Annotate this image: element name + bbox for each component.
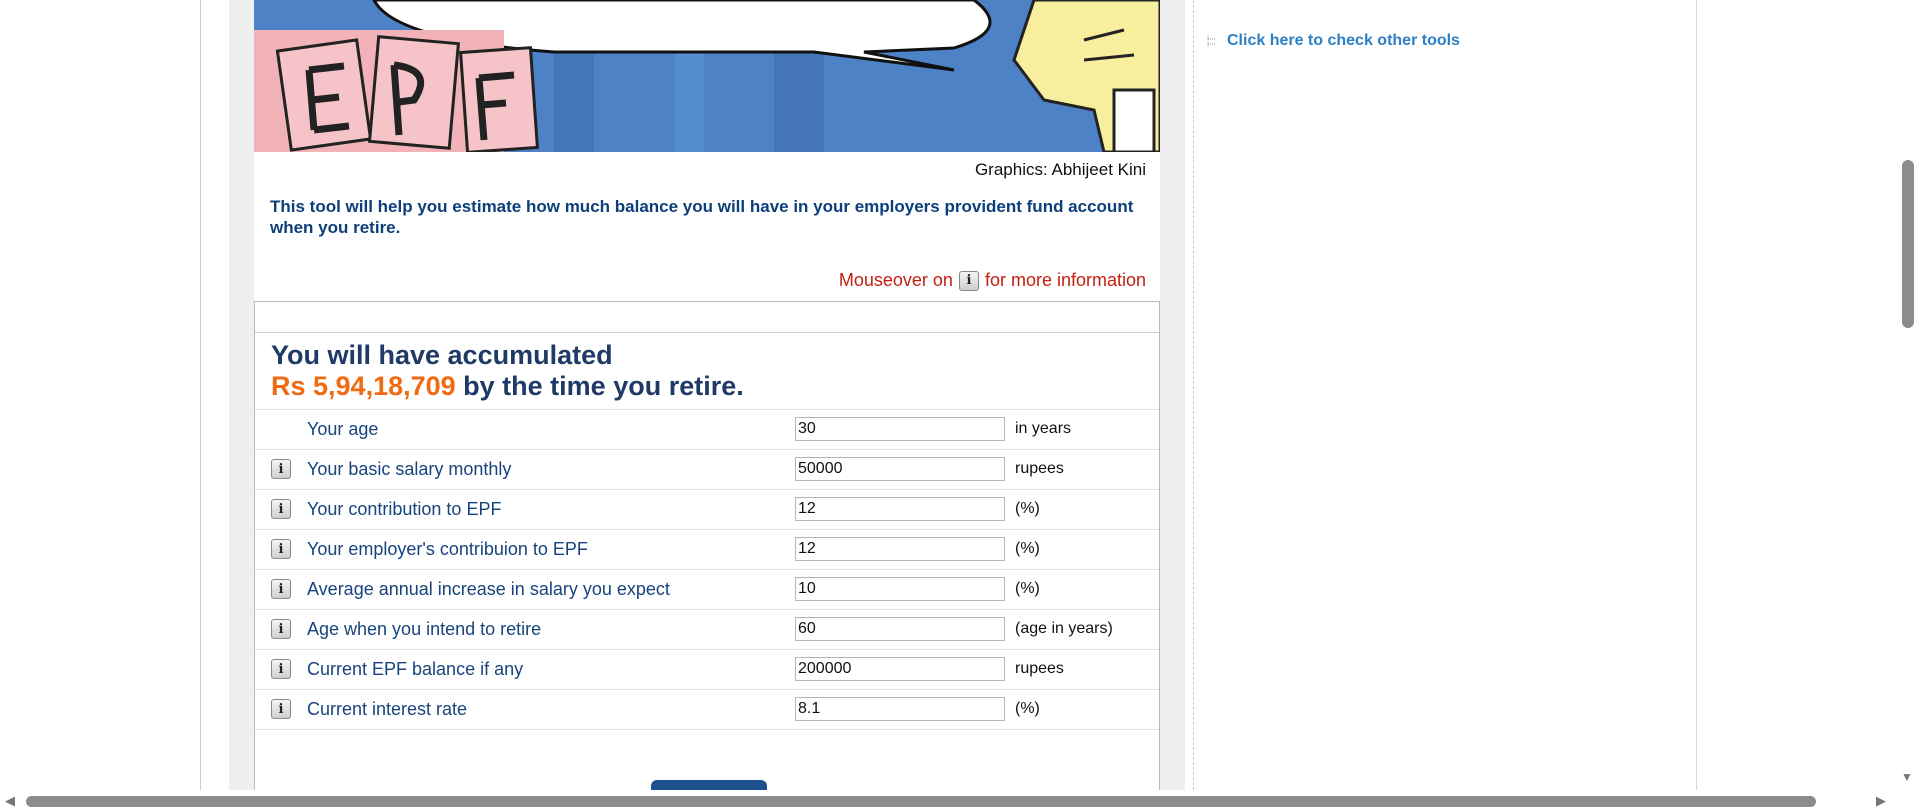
- field-row-basic-salary: i Your basic salary monthly rupees: [255, 449, 1159, 489]
- mouseover-hint-after: for more information: [984, 270, 1146, 290]
- info-icon[interactable]: i: [271, 459, 291, 479]
- horizontal-scrollbar-thumb[interactable]: [26, 796, 1816, 807]
- info-icon[interactable]: i: [271, 499, 291, 519]
- field-unit: (%): [1015, 540, 1040, 557]
- input-rows: Your age in years i Your basic salary mo…: [255, 409, 1159, 730]
- retirement-age-input[interactable]: [795, 617, 1005, 641]
- field-label: Your employer's contribuion to EPF: [307, 539, 588, 559]
- scroll-right-arrow-icon[interactable]: ▶: [1876, 793, 1886, 809]
- intro-text: This tool will help you estimate how muc…: [270, 197, 1134, 237]
- info-icon[interactable]: i: [271, 539, 291, 559]
- interest-rate-input[interactable]: [795, 697, 1005, 721]
- field-label: Current EPF balance if any: [307, 659, 524, 679]
- calculator-form: You will have accumulated Rs 5,94,18,709…: [254, 301, 1160, 804]
- field-row-your-contribution: i Your contribution to EPF (%): [255, 489, 1159, 529]
- vertical-scrollbar[interactable]: ▼: [1897, 0, 1920, 790]
- mouseover-hint: Mouseover on i for more information: [839, 270, 1146, 291]
- page-right-border: [1696, 0, 1697, 790]
- sidebar-divider: [1193, 0, 1195, 790]
- employer-contribution-input[interactable]: [795, 537, 1005, 561]
- field-row-employer-contribution: i Your employer's contribuion to EPF (%): [255, 529, 1159, 569]
- field-row-age: Your age in years: [255, 409, 1159, 449]
- horizontal-scrollbar[interactable]: ◀ ▶: [0, 790, 1920, 812]
- field-unit: rupees: [1015, 460, 1064, 477]
- result-line1: You will have accumulated: [271, 340, 613, 370]
- field-label: Your contribution to EPF: [307, 499, 502, 519]
- basic-salary-input[interactable]: [795, 457, 1005, 481]
- banner-image: [254, 0, 1160, 152]
- field-row-salary-increase: i Average annual increase in salary you …: [255, 569, 1159, 609]
- field-row-interest-rate: i Current interest rate (%): [255, 689, 1159, 729]
- info-icon[interactable]: i: [271, 619, 291, 639]
- field-label: Your age: [307, 419, 379, 439]
- field-unit: (%): [1015, 500, 1040, 517]
- your-contribution-input[interactable]: [795, 497, 1005, 521]
- field-label: Your basic salary monthly: [307, 459, 512, 479]
- form-divider: [255, 332, 1159, 333]
- other-tools-link-label: Click here to check other tools: [1227, 32, 1460, 49]
- other-tools-link[interactable]: Click here to check other tools: [1207, 32, 1460, 50]
- info-icon[interactable]: i: [271, 699, 291, 719]
- info-icon[interactable]: i: [271, 659, 291, 679]
- current-balance-input[interactable]: [795, 657, 1005, 681]
- field-label: Current interest rate: [307, 699, 468, 719]
- vertical-scrollbar-thumb[interactable]: [1902, 160, 1914, 328]
- field-unit: (%): [1015, 580, 1040, 597]
- tree-branch-icon: [1207, 35, 1216, 47]
- mouseover-hint-before: Mouseover on: [838, 270, 953, 290]
- graphics-credit: Graphics: Abhijeet Kini: [974, 160, 1146, 179]
- age-input[interactable]: [795, 417, 1005, 441]
- page-left-border: [200, 0, 201, 790]
- salary-increase-input[interactable]: [795, 577, 1005, 601]
- field-row-current-balance: i Current EPF balance if any rupees: [255, 649, 1159, 689]
- field-unit: (age in years): [1015, 620, 1113, 637]
- field-label: Average annual increase in salary you ex…: [307, 579, 670, 599]
- field-unit: (%): [1015, 700, 1040, 717]
- field-row-retirement-age: i Age when you intend to retire (age in …: [255, 609, 1159, 649]
- result-summary: You will have accumulated Rs 5,94,18,709…: [271, 340, 744, 402]
- scroll-left-arrow-icon[interactable]: ◀: [5, 793, 15, 809]
- scroll-down-arrow-icon[interactable]: ▼: [1901, 770, 1913, 784]
- field-unit: rupees: [1015, 660, 1064, 677]
- info-icon: i: [958, 270, 979, 291]
- result-suffix: by the time you retire.: [463, 371, 744, 401]
- info-icon[interactable]: i: [271, 579, 291, 599]
- result-amount: Rs 5,94,18,709: [271, 371, 456, 401]
- field-label: Age when you intend to retire: [307, 619, 542, 639]
- field-unit: in years: [1015, 420, 1072, 437]
- rows-end-divider: [255, 729, 1159, 730]
